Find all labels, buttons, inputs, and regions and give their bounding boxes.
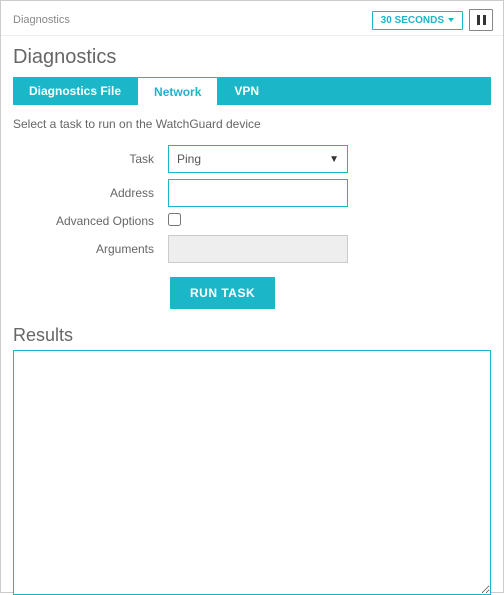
address-input[interactable] — [168, 179, 348, 207]
pause-icon — [483, 15, 486, 25]
address-label: Address — [13, 186, 168, 200]
refresh-interval-dropdown[interactable]: 30 SECONDS — [372, 11, 463, 30]
task-row: Task Ping ▼ — [13, 145, 491, 173]
pause-button[interactable] — [469, 9, 493, 31]
run-task-button[interactable]: RUN TASK — [170, 277, 275, 309]
chevron-down-icon: ▼ — [329, 154, 339, 165]
header-bar: Diagnostics 30 SECONDS — [1, 1, 503, 36]
arguments-label: Arguments — [13, 242, 168, 256]
tab-bar: Diagnostics File Network VPN — [13, 77, 491, 105]
task-select[interactable]: Ping ▼ — [168, 145, 348, 173]
results-title: Results — [1, 321, 503, 350]
page-title: Diagnostics — [1, 36, 503, 77]
breadcrumb: Diagnostics — [13, 14, 70, 26]
interval-label: 30 SECONDS — [381, 15, 444, 26]
tab-network[interactable]: Network — [137, 77, 218, 105]
task-select-value: Ping — [177, 152, 201, 166]
tab-vpn[interactable]: VPN — [218, 77, 275, 105]
results-textarea[interactable] — [13, 350, 491, 595]
arguments-row: Arguments — [13, 235, 491, 263]
advanced-row: Advanced Options — [13, 213, 491, 229]
header-controls: 30 SECONDS — [372, 9, 493, 31]
pause-icon — [477, 15, 480, 25]
address-row: Address — [13, 179, 491, 207]
advanced-label: Advanced Options — [13, 214, 168, 228]
tab-diagnostics-file[interactable]: Diagnostics File — [13, 77, 137, 105]
advanced-checkbox[interactable] — [168, 213, 181, 226]
arguments-input — [168, 235, 348, 263]
task-label: Task — [13, 152, 168, 166]
instructions-text: Select a task to run on the WatchGuard d… — [1, 105, 503, 139]
caret-down-icon — [448, 18, 454, 22]
